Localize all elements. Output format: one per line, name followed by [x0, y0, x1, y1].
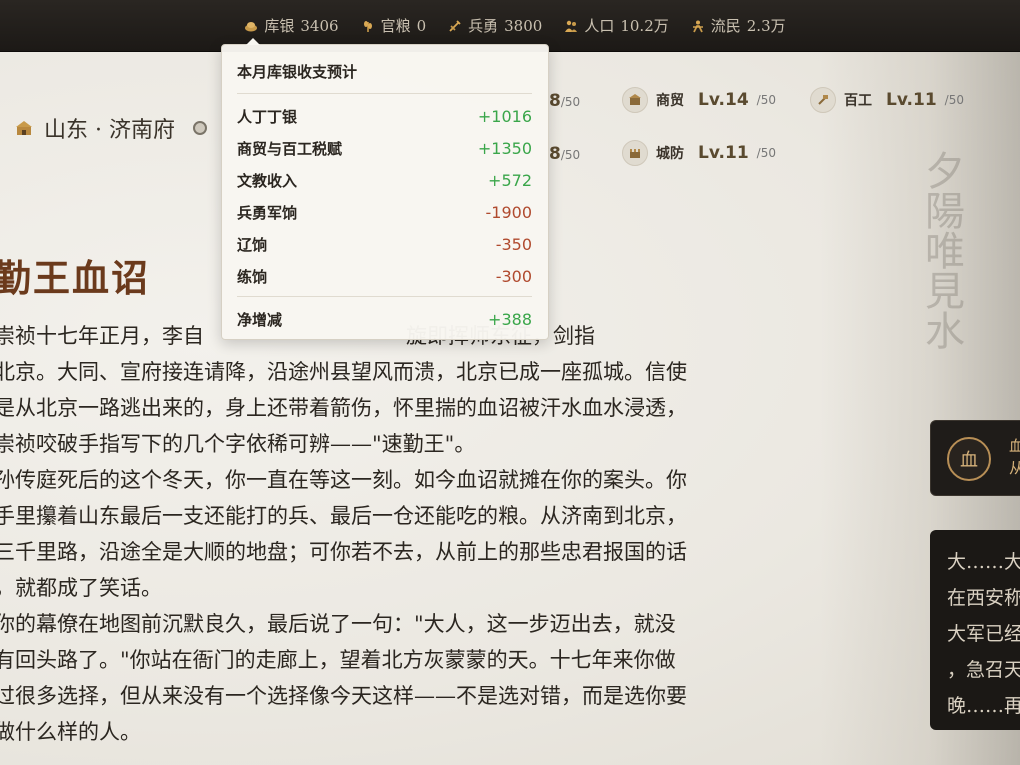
craft-icon — [810, 87, 836, 113]
tooltip-row-label: 兵勇军饷 — [237, 203, 298, 222]
story-title: 勤王血诏 — [0, 256, 150, 300]
tooltip-divider — [237, 296, 532, 297]
event-tab-text: 血 从 — [1009, 437, 1020, 477]
tooltip-row-value: +1016 — [477, 106, 532, 126]
story-line: 是从北京一路逃出来的，身上还带着箭伤，怀里揣的血诏被汗水血水浸透， — [0, 396, 687, 420]
resource-population[interactable]: 人口 10.2万 — [564, 15, 669, 36]
story-line: 崇祯咬破手指写下的几个字依稀可辨——"速勤王"。 — [0, 432, 476, 456]
refugee-icon — [691, 19, 705, 33]
tooltip-row-label: 练饷 — [237, 267, 268, 286]
building-level: Lv.14 — [698, 90, 749, 110]
story-line: 做什么样的人。 — [0, 720, 141, 744]
resource-silver[interactable]: 库银 3406 — [244, 15, 339, 36]
building-defense[interactable]: 城防 Lv.11/50 — [622, 140, 776, 166]
resource-refugees[interactable]: 流民 2.3万 — [691, 15, 786, 36]
resource-label: 官粮 — [380, 17, 411, 35]
event-tab[interactable]: 血 血 从 — [930, 420, 1020, 496]
tooltip-row-value: -1900 — [485, 202, 533, 222]
building-name: 商贸 — [656, 93, 684, 109]
silver-budget-tooltip: 本月库银收支预计 人丁丁银 +1016 商贸与百工税赋 +1350 文教收入 +… — [221, 38, 549, 340]
building-level-max: /50 — [756, 93, 776, 107]
resource-value: 3800 — [504, 16, 543, 35]
ink-calligraphy: 夕陽唯見水 — [918, 150, 964, 350]
city-icon — [14, 118, 34, 138]
blood-seal-icon: 血 — [947, 437, 991, 481]
event-note-panel: 大……大 在西安称 大军已经 ，急召天 晚……再 — [930, 530, 1020, 730]
story-line: 孙传庭死后的这个冬天，你一直在等这一刻。如今血诏就摊在你的案头。你 — [0, 468, 687, 492]
commerce-icon — [622, 87, 648, 113]
resource-value: 10.2万 — [620, 17, 669, 35]
location-marker-icon — [192, 121, 207, 135]
tooltip-row-value: +1350 — [477, 138, 532, 158]
tooltip-divider — [237, 93, 532, 94]
tooltip-row-value: -300 — [495, 266, 532, 286]
tooltip-row: 兵勇军饷 -1900 — [237, 196, 532, 228]
soldier-icon — [448, 19, 462, 33]
tooltip-row: 商贸与百工税赋 +1350 — [237, 132, 532, 164]
tooltip-row: 练饷 -300 — [237, 260, 532, 292]
building-level-max: /50 — [756, 146, 776, 160]
location-name: 山东 · 济南府 — [44, 118, 175, 143]
tooltip-row: 辽饷 -350 — [237, 228, 532, 260]
building-craft[interactable]: 百工 Lv.11/50 — [810, 87, 964, 113]
event-note-line: 晚……再 — [947, 695, 1020, 717]
tooltip-total-label: 净增减 — [237, 310, 283, 329]
silver-icon — [244, 19, 258, 33]
building-level-hidden: 8/50 — [549, 144, 581, 164]
event-note-line: 在西安称 — [947, 587, 1020, 609]
story-line: 三千里路，沿途全是大顺的地盘；可你若不去，从前上的那些忠君报国的话 — [0, 540, 687, 564]
population-icon — [564, 19, 578, 33]
tooltip-total-row: 净增减 +388 — [237, 303, 532, 335]
resource-label: 人口 — [584, 17, 615, 35]
defense-icon — [622, 140, 648, 166]
story-line: 你的幕僚在地图前沉默良久，最后说了一句："大人，这一步迈出去，就没 — [0, 612, 676, 636]
building-level: Lv.11 — [886, 90, 937, 110]
tooltip-row-label: 商贸与百工税赋 — [237, 139, 343, 158]
building-name: 百工 — [844, 93, 872, 109]
story-text: 崇祯十七年正月，李自旋即挥师东征，剑指 北京。大同、宣府接连请降，沿途州县望风而… — [0, 318, 814, 750]
story-line: 北京。大同、宣府接连请降，沿途州县望风而溃，北京已成一座孤城。信使 — [0, 360, 687, 384]
building-name: 城防 — [656, 146, 684, 162]
building-level-max: /50 — [944, 93, 964, 107]
building-commerce[interactable]: 商贸 Lv.14/50 — [622, 87, 776, 113]
story-line: 手里攥着山东最后一支还能打的兵、最后一仓还能吃的粮。从济南到北京， — [0, 504, 687, 528]
event-note-line: ，急召天 — [947, 659, 1020, 681]
resource-value: 3406 — [300, 16, 339, 35]
tooltip-title: 本月库银收支预计 — [237, 63, 358, 81]
event-note-line: 大……大 — [947, 551, 1020, 573]
story-line: ，就都成了笑话。 — [0, 576, 162, 600]
resource-soldiers[interactable]: 兵勇 3800 — [448, 15, 542, 36]
resource-grain[interactable]: 官粮 0 — [361, 15, 427, 36]
tooltip-row-value: +572 — [488, 170, 532, 190]
story-line: 有回头路了。"你站在衙门的走廊上，望着北方灰蒙蒙的天。十七年来你做 — [0, 648, 676, 672]
resource-label: 库银 — [264, 17, 295, 35]
building-level-hidden: 8/50 — [549, 91, 581, 111]
tooltip-row-label: 辽饷 — [237, 235, 268, 254]
location-selector[interactable]: 山东 · 济南府 — [14, 112, 207, 144]
building-level: Lv.11 — [698, 143, 749, 163]
tooltip-row: 文教收入 +572 — [237, 164, 532, 196]
resource-value: 2.3万 — [746, 17, 786, 35]
tooltip-row-label: 文教收入 — [237, 171, 298, 190]
tooltip-row-value: -350 — [495, 234, 532, 254]
tooltip-row-label: 人丁丁银 — [237, 107, 298, 126]
story-line: 过很多选择，但从来没有一个选择像今天这样——不是选对错，而是选你要 — [0, 684, 687, 708]
resource-label: 流民 — [710, 17, 741, 35]
tooltip-row: 人丁丁银 +1016 — [237, 100, 532, 132]
tooltip-total-value: +388 — [488, 309, 532, 329]
grain-icon — [361, 19, 375, 33]
event-note-line: 大军已经 — [947, 623, 1020, 645]
resource-value: 0 — [416, 16, 427, 35]
resource-label: 兵勇 — [468, 17, 499, 35]
